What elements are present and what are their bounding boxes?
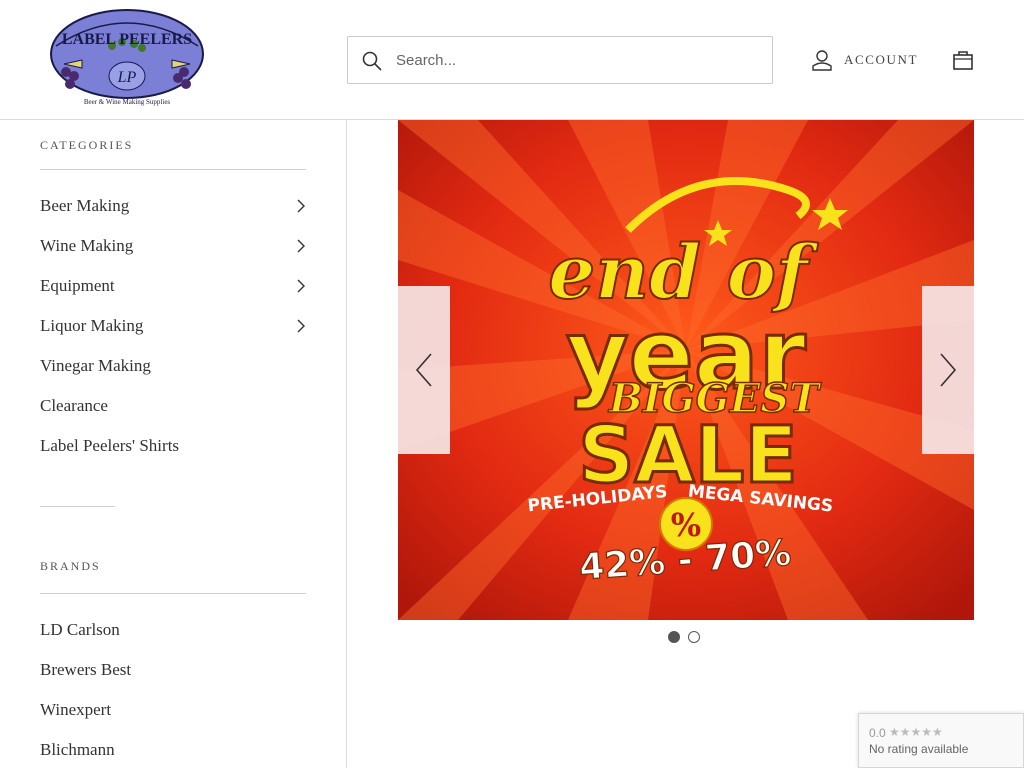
slideshow-next-button[interactable] — [922, 286, 974, 454]
slideshow-prev-button[interactable] — [398, 286, 450, 454]
sidebar: CATEGORIES Beer Making Wine Making Equip… — [0, 120, 347, 768]
category-beer-making[interactable]: Beer Making — [40, 191, 306, 221]
category-vinegar-making[interactable]: Vinegar Making — [40, 351, 306, 381]
category-clearance[interactable]: Clearance — [40, 391, 306, 421]
chevron-right-icon[interactable] — [296, 279, 306, 293]
search-input[interactable] — [396, 37, 766, 83]
site-header: LABEL PEELERS LP Beer & Wine Making Supp… — [0, 0, 1024, 120]
account-link[interactable]: ACCOUNT — [812, 48, 918, 72]
categories-title: CATEGORIES — [40, 138, 134, 152]
slide-dot-1[interactable] — [668, 631, 680, 643]
category-equipment[interactable]: Equipment — [40, 271, 306, 301]
category-label: Wine Making — [40, 236, 134, 255]
category-shirts[interactable]: Label Peelers' Shirts — [40, 431, 306, 461]
brand-brewers-best[interactable]: Brewers Best — [40, 655, 306, 685]
section-divider — [40, 506, 115, 507]
category-wine-making[interactable]: Wine Making — [40, 231, 306, 261]
brand-winexpert[interactable]: Winexpert — [40, 695, 306, 725]
brand-label: Blichmann — [40, 740, 115, 759]
rating-status: No rating available — [869, 742, 969, 756]
category-label: Beer Making — [40, 196, 130, 215]
chevron-right-icon[interactable] — [296, 319, 306, 333]
brand-label: Brewers Best — [40, 660, 132, 679]
divider — [40, 169, 306, 170]
category-label: Label Peelers' Shirts — [40, 436, 180, 455]
rating-badge[interactable]: 0.0 ★★★★★ No rating available — [858, 713, 1024, 768]
category-liquor-making[interactable]: Liquor Making — [40, 311, 306, 341]
chevron-right-icon[interactable] — [296, 199, 306, 213]
account-label: ACCOUNT — [844, 52, 919, 67]
rating-score: 0.0 — [869, 726, 886, 740]
store-logo[interactable]: LABEL PEELERS LP Beer & Wine Making Supp… — [46, 6, 208, 110]
slide-dot-2[interactable] — [688, 631, 700, 643]
divider — [40, 593, 306, 594]
category-label: Equipment — [40, 276, 115, 295]
brand-blichmann[interactable]: Blichmann — [40, 735, 306, 765]
star-rating-icon: ★★★★★ — [889, 725, 943, 739]
category-label: Vinegar Making — [40, 356, 151, 375]
user-icon — [812, 50, 832, 71]
brand-label: LD Carlson — [40, 620, 120, 639]
brand-label: Winexpert — [40, 700, 112, 719]
search-icon[interactable] — [362, 51, 382, 71]
logo-tagline: Beer & Wine Making Supplies — [84, 98, 171, 106]
logo-text: LABEL PEELERS — [62, 31, 192, 48]
category-label: Liquor Making — [40, 316, 144, 335]
category-label: Clearance — [40, 396, 108, 415]
hero-slideshow[interactable]: end of year BIGGEST SALE PRE-HOLIDAYS ME… — [398, 120, 974, 620]
slideshow-pagination — [668, 631, 700, 643]
brand-ld-carlson[interactable]: LD Carlson — [40, 615, 306, 645]
brands-title: BRANDS — [40, 559, 101, 573]
logo-graphic: LABEL PEELERS LP Beer & Wine Making Supp… — [50, 9, 204, 106]
chevron-left-icon — [415, 353, 432, 387]
shopping-bag-icon[interactable] — [952, 49, 974, 71]
sale-banner-image: end of year BIGGEST SALE PRE-HOLIDAYS ME… — [398, 120, 974, 620]
chevron-right-icon[interactable] — [296, 239, 306, 253]
search-bar — [347, 36, 773, 84]
chevron-right-icon — [940, 353, 957, 387]
logo-monogram: LP — [117, 69, 137, 86]
